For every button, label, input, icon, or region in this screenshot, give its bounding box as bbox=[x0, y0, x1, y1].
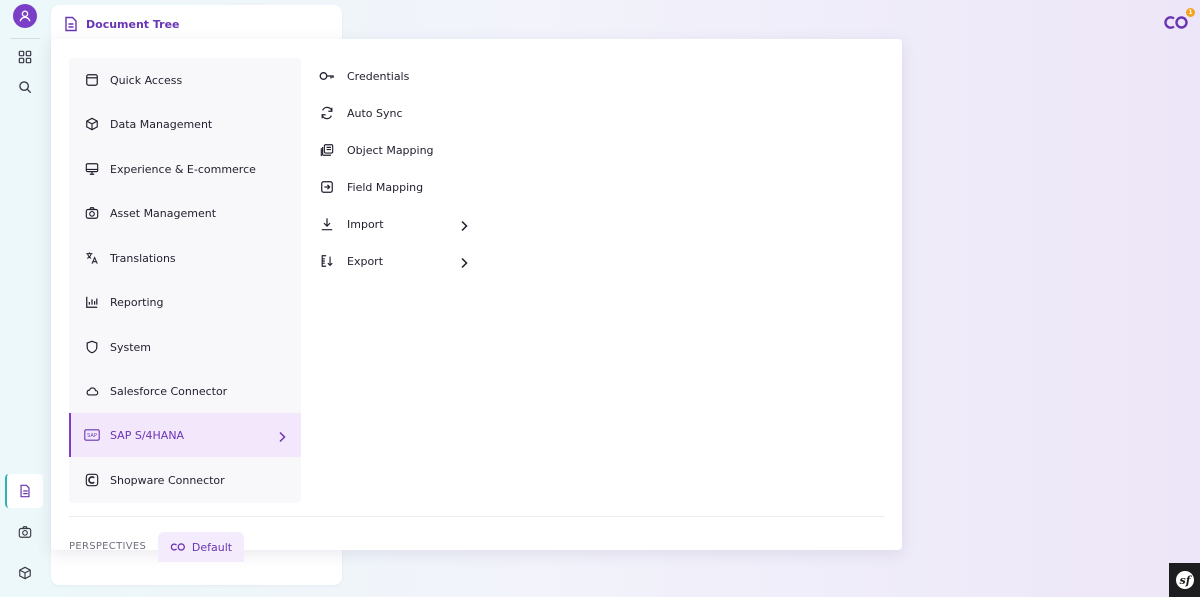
menu-item-shopware-connector[interactable]: Shopware Connector bbox=[69, 458, 301, 502]
shopware-icon bbox=[84, 472, 100, 488]
submenu-item-export[interactable]: Export bbox=[319, 249, 479, 273]
submenu-item-import[interactable]: Import bbox=[319, 212, 479, 236]
shield-icon bbox=[84, 339, 100, 355]
submenu-item-auto-sync[interactable]: Auto Sync bbox=[319, 101, 479, 125]
submenu-item-credentials[interactable]: Credentials bbox=[319, 64, 479, 88]
menu-footer-divider bbox=[69, 516, 885, 517]
menu-item-label: Salesforce Connector bbox=[110, 384, 228, 398]
pimcore-logo-icon bbox=[1164, 16, 1188, 29]
cloud-icon bbox=[84, 383, 100, 399]
submenu-item-label: Auto Sync bbox=[347, 106, 403, 120]
window-icon bbox=[84, 72, 100, 88]
menu-item-salesforce-connector[interactable]: Salesforce Connector bbox=[69, 369, 301, 413]
submenu-item-label: Export bbox=[347, 254, 384, 268]
left-rail bbox=[0, 0, 50, 597]
menu-item-label: Asset Management bbox=[110, 206, 217, 220]
export-icon bbox=[319, 253, 335, 269]
submenu-item-field-mapping[interactable]: Field Mapping bbox=[319, 175, 479, 199]
menu-item-experience-ecommerce[interactable]: Experience & E-commerce bbox=[69, 147, 301, 191]
menu-item-label: Reporting bbox=[110, 295, 164, 309]
apps-button[interactable] bbox=[15, 47, 35, 67]
document-icon bbox=[65, 16, 77, 32]
submenu-item-object-mapping[interactable]: Object Mapping bbox=[319, 138, 479, 162]
document-tree-title: Document Tree bbox=[86, 17, 180, 31]
menu-item-sap-s4hana[interactable]: SAP SAP S/4HANA bbox=[69, 413, 301, 457]
submenu-item-label: Import bbox=[347, 217, 384, 231]
sap-icon: SAP bbox=[84, 427, 100, 443]
symfony-icon: sf bbox=[1175, 571, 1194, 589]
menu-item-quick-access[interactable]: Quick Access bbox=[69, 58, 301, 102]
menu-item-asset-management[interactable]: Asset Management bbox=[69, 191, 301, 235]
cube-icon bbox=[84, 116, 100, 132]
menu-item-label: Quick Access bbox=[110, 73, 183, 87]
rail-data-objects-button[interactable] bbox=[15, 563, 35, 583]
search-button[interactable] bbox=[15, 77, 35, 97]
submenu-item-label: Object Mapping bbox=[347, 143, 434, 157]
field-mapping-icon bbox=[319, 179, 335, 195]
document-icon bbox=[20, 484, 30, 498]
pimcore-logo-button[interactable] bbox=[1163, 12, 1189, 32]
symfony-debug-toolbar-button[interactable]: sf bbox=[1169, 563, 1200, 597]
menu-item-label: Experience & E-commerce bbox=[110, 162, 256, 176]
search-icon bbox=[19, 81, 32, 94]
pimcore-logo-icon bbox=[170, 543, 185, 551]
submenu-item-label: Credentials bbox=[347, 69, 410, 83]
notification-badge: 1 bbox=[1186, 8, 1195, 17]
menu-item-system[interactable]: System bbox=[69, 325, 301, 369]
perspective-switcher-button[interactable]: Default bbox=[158, 532, 244, 562]
menu-item-label: Shopware Connector bbox=[110, 473, 225, 487]
perspectives-label: PERSPECTIVES bbox=[69, 541, 147, 552]
document-tree-header[interactable]: Document Tree bbox=[64, 16, 180, 32]
rail-document-button[interactable] bbox=[5, 474, 43, 508]
menu-item-data-management[interactable]: Data Management bbox=[69, 102, 301, 146]
chevron-right-icon bbox=[277, 428, 287, 447]
user-avatar[interactable] bbox=[13, 4, 37, 28]
object-mapping-icon bbox=[319, 142, 335, 158]
camera-icon bbox=[84, 205, 100, 221]
menu-item-translations[interactable]: Translations bbox=[69, 236, 301, 280]
download-icon bbox=[319, 216, 335, 232]
key-icon bbox=[319, 68, 335, 84]
menu-item-label: SAP S/4HANA bbox=[110, 428, 185, 442]
menu-item-label: Data Management bbox=[110, 117, 213, 131]
submenu-item-label: Field Mapping bbox=[347, 180, 424, 194]
user-icon bbox=[19, 10, 31, 22]
menu-category-list: Quick Access Data Management Experience … bbox=[69, 58, 301, 503]
menu-item-reporting[interactable]: Reporting bbox=[69, 280, 301, 324]
rail-divider bbox=[10, 38, 40, 39]
rail-assets-button[interactable] bbox=[15, 522, 35, 542]
bar-chart-icon bbox=[84, 294, 100, 310]
chevron-right-icon bbox=[459, 217, 469, 236]
cube-icon bbox=[19, 566, 31, 580]
svg-text:SAP: SAP bbox=[87, 433, 97, 439]
menu-item-label: System bbox=[110, 340, 152, 354]
monitor-icon bbox=[84, 161, 100, 177]
sync-icon bbox=[319, 105, 335, 121]
chevron-right-icon bbox=[459, 254, 469, 273]
current-perspective-label: Default bbox=[191, 540, 233, 554]
menu-item-label: Translations bbox=[110, 251, 176, 265]
translate-icon bbox=[84, 250, 100, 266]
camera-icon bbox=[18, 526, 32, 538]
grid-icon bbox=[18, 50, 32, 64]
main-navigation-menu: Quick Access Data Management Experience … bbox=[51, 39, 902, 562]
